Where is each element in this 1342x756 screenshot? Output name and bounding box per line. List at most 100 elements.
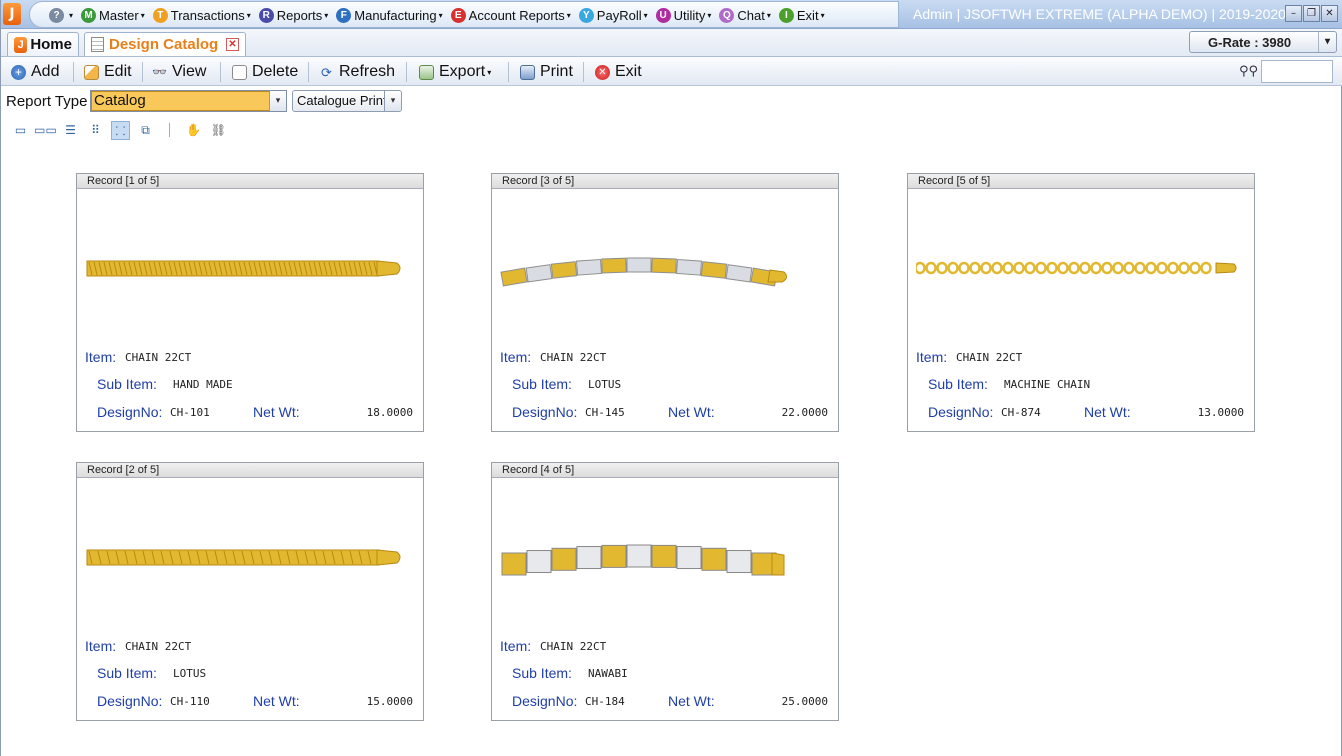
design-no-label: DesignNo: <box>97 693 163 709</box>
record-header: Record [5 of 5] <box>908 174 1254 189</box>
record-card[interactable]: Record [4 of 5] Item: CHAIN 22CT Sub Ite… <box>491 462 839 721</box>
menu-account-reports[interactable]: E Account Reports ▾ <box>450 7 571 23</box>
toolbar-separator <box>308 62 309 82</box>
two-row-layout-icon[interactable]: ☰ <box>61 121 80 140</box>
home-logo-icon: J <box>14 36 28 53</box>
record-card[interactable]: Record [2 of 5] Item: CHAIN 22CT Sub Ite… <box>76 462 424 721</box>
sub-item-label: Sub Item: <box>512 665 572 681</box>
catalogue-print-select[interactable]: Catalogue Print ▾ <box>292 90 402 112</box>
restore-button[interactable]: ❐ <box>1303 5 1320 22</box>
chevron-down-icon[interactable]: ▾ <box>269 91 286 111</box>
menu-exit-label: Exit <box>796 7 819 23</box>
record-card[interactable]: Record [5 of 5] Item: CHAIN 22CT Sub Ite… <box>907 173 1255 432</box>
menu-payroll[interactable]: Y PayRoll ▾ <box>578 7 648 23</box>
grid-3-layout-icon[interactable]: ⠿ <box>86 121 105 140</box>
add-button[interactable]: + Add <box>11 61 59 83</box>
sub-item-value: NAWABI <box>588 667 628 680</box>
search-binoculars-icon[interactable]: ⚲⚲ <box>1239 64 1258 79</box>
menu-chat[interactable]: Q Chat ▾ <box>719 7 771 23</box>
delete-icon <box>232 64 247 80</box>
app-window: J ? ▾ M Master ▾ T Transactions ▾ R Reports ▾ F Manu… <box>0 0 1342 756</box>
search-input[interactable] <box>1261 60 1333 83</box>
window-controls: – ❐ ✕ <box>1285 5 1338 22</box>
net-wt-value: 15.0000 <box>366 695 413 708</box>
view-button[interactable]: 👓 View <box>152 61 206 83</box>
menu-utility-label: Utility <box>673 7 706 23</box>
tab-row: J Home Design Catalog ✕ <box>1 29 1342 57</box>
chain-image <box>86 260 401 277</box>
chevron-down-icon: ▾ <box>246 10 251 20</box>
sub-item-value: HAND MADE <box>173 378 233 391</box>
link-icon[interactable]: ⛓ <box>209 121 228 140</box>
tab-home[interactable]: J Home <box>7 32 79 56</box>
account-reports-icon: E <box>450 7 466 23</box>
menu-master-label: Master <box>99 7 139 23</box>
menu-transactions[interactable]: T Transactions ▾ <box>152 7 251 23</box>
toolbar-separator <box>583 62 584 82</box>
exit-button[interactable]: ✕ Exit <box>595 61 642 83</box>
net-wt-value: 18.0000 <box>366 406 413 419</box>
toolbar: + Add Edit 👓 View Delete ⟳ Refresh Expor… <box>1 57 1342 86</box>
refresh-label: Refresh <box>339 63 396 80</box>
export-button[interactable]: Export ▾ <box>419 61 491 83</box>
net-wt-label: Net Wt: <box>253 404 300 420</box>
manufacturing-icon: F <box>336 7 352 23</box>
net-wt-label: Net Wt: <box>668 404 715 420</box>
close-tab-icon[interactable]: ✕ <box>226 38 239 51</box>
chevron-down-icon: ▾ <box>140 10 145 20</box>
net-wt-value: 22.0000 <box>781 406 828 419</box>
net-wt-value: 13.0000 <box>1197 406 1244 419</box>
item-value: CHAIN 22CT <box>956 351 1023 364</box>
menu-manufacturing[interactable]: F Manufacturing ▾ <box>336 7 443 23</box>
grate-dropdown[interactable]: G-Rate : 3980 ▾ <box>1189 31 1337 53</box>
refresh-button[interactable]: ⟳ Refresh <box>319 61 395 83</box>
chevron-down-icon: ▾ <box>766 10 771 20</box>
chevron-down-icon: ▾ <box>438 10 443 20</box>
two-column-layout-icon[interactable]: ▭▭ <box>34 121 57 140</box>
hand-pan-icon[interactable]: ✋ <box>184 121 203 140</box>
menu-help[interactable]: ? ▾ <box>49 7 73 23</box>
minimize-button[interactable]: – <box>1285 5 1302 22</box>
document-icon <box>91 37 104 52</box>
card-layout-icon[interactable]: ⧉ <box>136 121 155 140</box>
edit-button[interactable]: Edit <box>84 61 132 83</box>
design-no-value: CH-184 <box>585 695 625 708</box>
delete-button[interactable]: Delete <box>232 61 298 83</box>
chain-image <box>500 257 788 287</box>
single-page-layout-icon[interactable]: ▭ <box>11 121 30 140</box>
sub-item-label: Sub Item: <box>928 376 988 392</box>
design-no-value: CH-874 <box>1001 406 1041 419</box>
design-no-value: CH-145 <box>585 406 625 419</box>
sub-item-label: Sub Item: <box>97 665 157 681</box>
edit-icon <box>84 64 99 80</box>
menu-transactions-label: Transactions <box>170 7 245 23</box>
add-icon: + <box>11 64 26 80</box>
design-no-value: CH-101 <box>170 406 210 419</box>
menu-master[interactable]: M Master ▾ <box>81 7 145 23</box>
sub-item-value: LOTUS <box>173 667 207 680</box>
net-wt-value: 25.0000 <box>781 695 828 708</box>
app-title: Admin | JSOFTWH EXTREME (ALPHA DEMO) | 2… <box>913 6 1286 22</box>
grid-2-layout-icon[interactable]: ⸬ <box>111 120 130 140</box>
record-header: Record [2 of 5] <box>77 463 423 478</box>
menu-exit[interactable]: I Exit ▾ <box>778 7 825 23</box>
record-card[interactable]: Record [3 of 5] Item: CHAIN 22CT Sub Ite… <box>491 173 839 432</box>
report-type-select[interactable]: Catalog ▾ <box>90 90 287 112</box>
close-button[interactable]: ✕ <box>1321 5 1338 22</box>
export-icon <box>419 64 434 80</box>
app-logo-icon[interactable]: J <box>3 3 21 25</box>
design-image <box>500 513 830 603</box>
item-label: Item: <box>500 638 532 654</box>
record-header: Record [4 of 5] <box>492 463 838 478</box>
main-menu: ? ▾ M Master ▾ T Transactions ▾ R Reports ▾ F Manufa… <box>49 5 833 25</box>
record-card[interactable]: Record [1 of 5] Item: CHAIN 22CT Sub Ite… <box>76 173 424 432</box>
print-button[interactable]: Print <box>520 61 573 83</box>
payroll-icon: Y <box>578 7 594 23</box>
help-icon: ? <box>49 7 64 23</box>
menu-utility[interactable]: U Utility ▾ <box>655 7 711 23</box>
menu-manufacturing-label: Manufacturing <box>354 7 437 23</box>
tab-design-catalog[interactable]: Design Catalog ✕ <box>84 32 246 56</box>
utility-icon: U <box>655 7 671 23</box>
design-image <box>914 224 1246 314</box>
menu-reports[interactable]: R Reports ▾ <box>258 7 328 23</box>
